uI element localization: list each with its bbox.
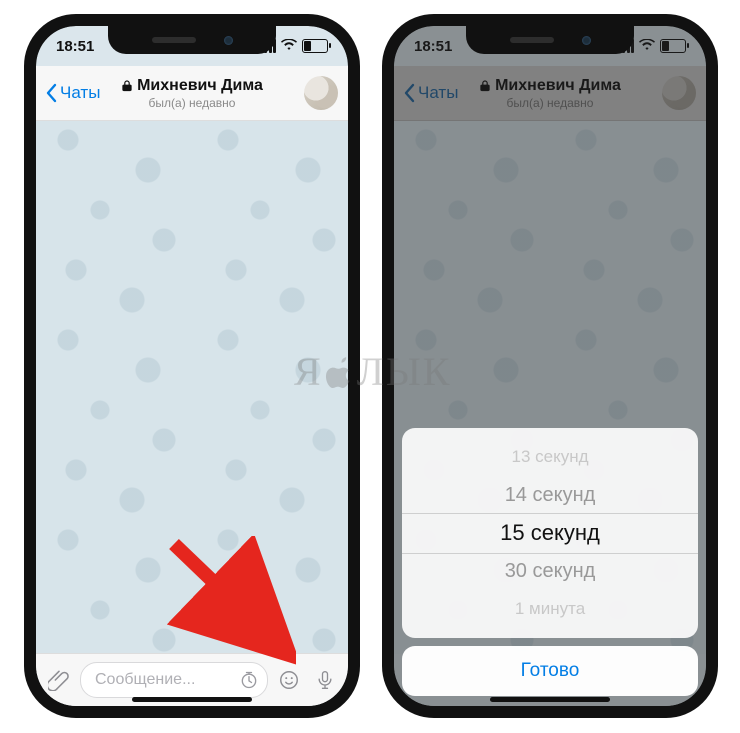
message-placeholder: Сообщение...: [95, 671, 195, 689]
back-label: Чаты: [60, 83, 100, 103]
home-indicator: [132, 697, 252, 702]
battery-icon: [302, 39, 328, 53]
done-button[interactable]: Готово: [402, 646, 698, 696]
message-input[interactable]: Сообщение...: [80, 662, 268, 698]
voice-button[interactable]: [310, 665, 340, 695]
self-destruct-timer-button[interactable]: [237, 668, 261, 692]
timer-picker-sheet: 13 секунд 14 секунд 15 секунд 30 секунд …: [402, 428, 698, 696]
picker-option-selected[interactable]: 15 секунд: [402, 514, 698, 552]
wifi-icon: [281, 39, 297, 53]
picker-option[interactable]: 1 минута: [402, 590, 698, 628]
chevron-left-icon: [44, 83, 58, 103]
phone-left: 18:51 Чаты: [24, 14, 360, 718]
status-time: 18:51: [56, 38, 94, 55]
lock-icon: [121, 79, 133, 92]
picker-option[interactable]: 30 секунд: [402, 552, 698, 590]
picker-option[interactable]: 13 секунд: [402, 438, 698, 476]
device-notch: [108, 26, 276, 54]
paperclip-icon: [48, 669, 70, 691]
picker-option[interactable]: 14 секунд: [402, 476, 698, 514]
chat-header: Чаты Михневич Дима был(а) недавно: [36, 66, 348, 121]
duration-picker[interactable]: 13 секунд 14 секунд 15 секунд 30 секунд …: [402, 428, 698, 638]
back-button[interactable]: Чаты: [36, 83, 100, 103]
device-notch: [466, 26, 634, 54]
attach-button[interactable]: [44, 665, 74, 695]
chat-title: Михневич Дима: [137, 77, 263, 95]
chat-background: [36, 120, 348, 654]
avatar[interactable]: [304, 76, 338, 110]
sticker-button[interactable]: [274, 665, 304, 695]
sticker-icon: [278, 669, 300, 691]
home-indicator: [490, 697, 610, 702]
timer-icon: [239, 670, 259, 690]
phone-right: 18:51 Чаты: [382, 14, 718, 718]
microphone-icon: [315, 669, 335, 691]
